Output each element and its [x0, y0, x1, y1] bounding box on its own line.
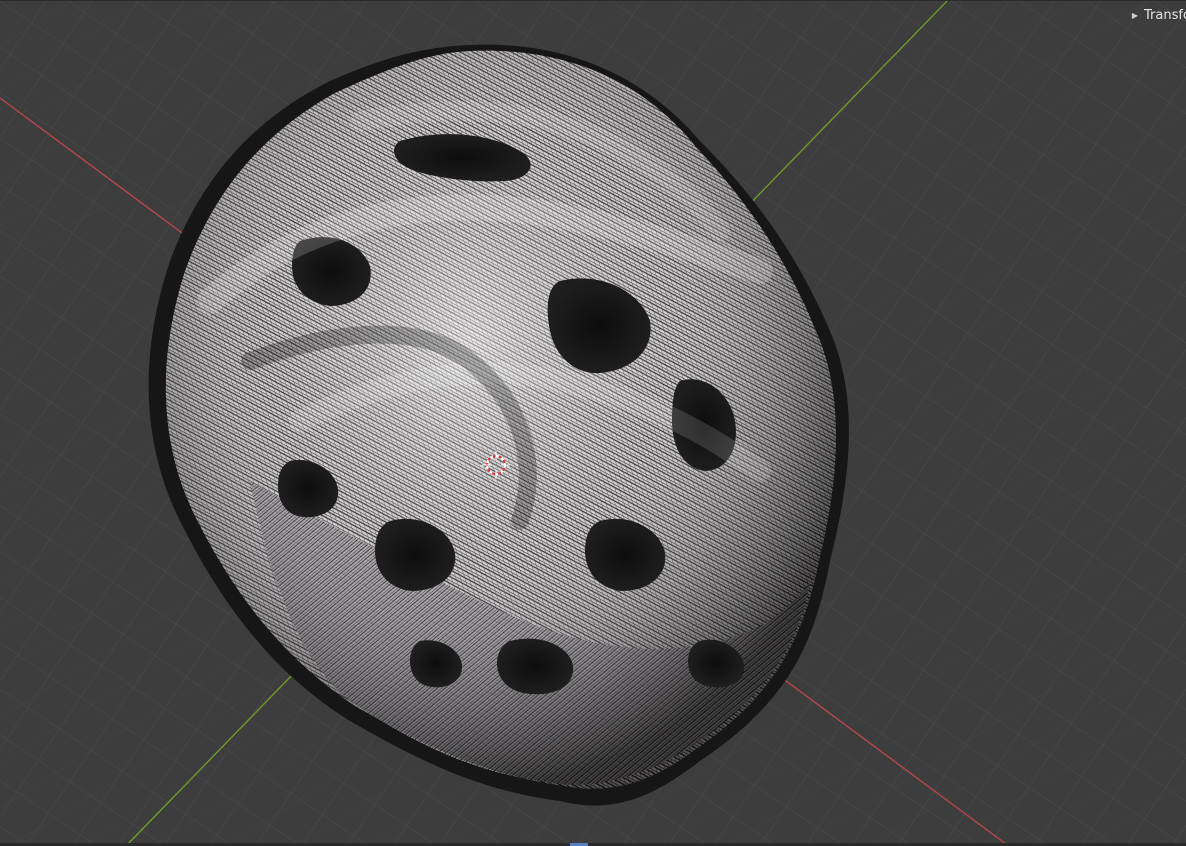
- triangle-right-icon: ▶: [1131, 10, 1138, 20]
- 3d-viewport[interactable]: ▶ Transform: [0, 0, 1186, 846]
- viewport-scene[interactable]: [0, 1, 1186, 846]
- transform-panel-label: Transform: [1144, 7, 1186, 23]
- transform-panel-toggle[interactable]: ▶ Transform: [1124, 5, 1186, 25]
